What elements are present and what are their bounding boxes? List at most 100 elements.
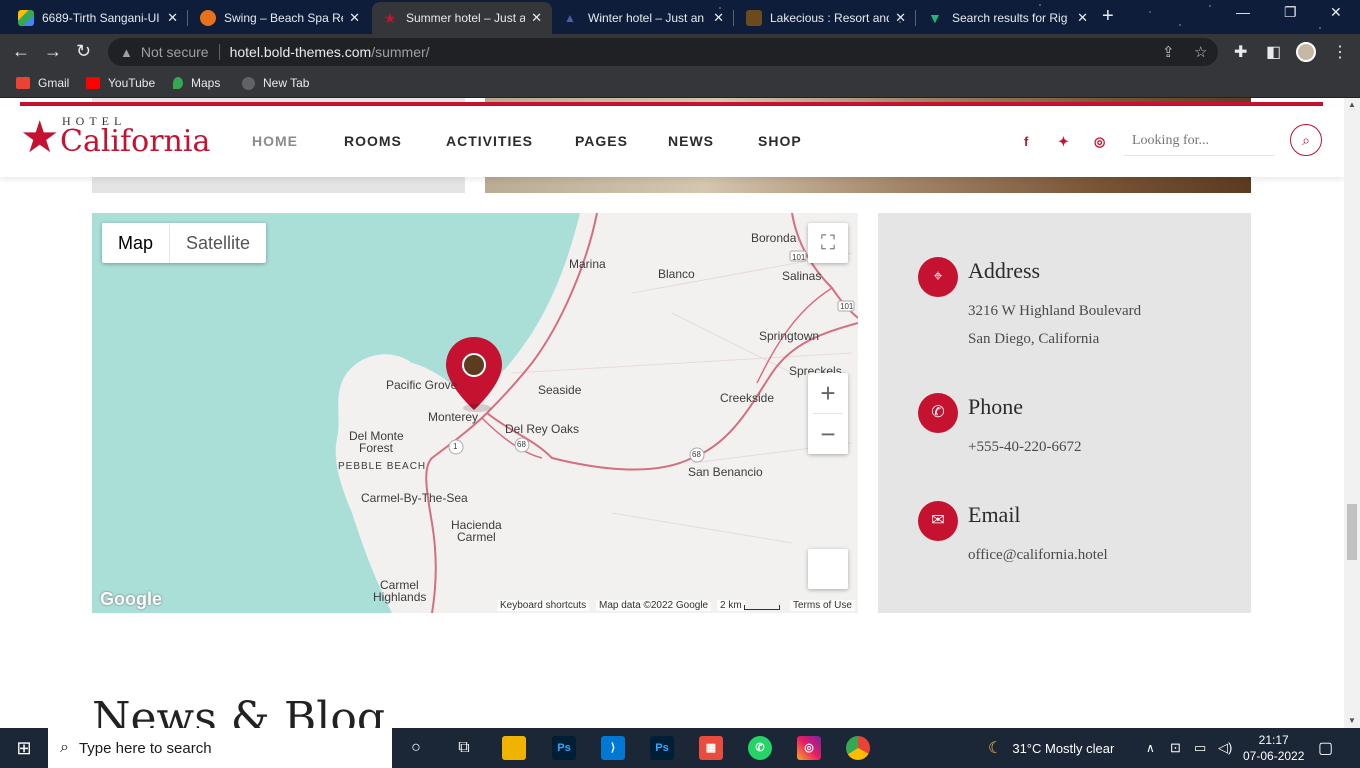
nav-rooms[interactable]: ROOMS — [344, 133, 402, 149]
weather-text: 31°C Mostly clear — [1012, 740, 1115, 756]
drive-favicon-icon — [18, 10, 34, 26]
terms-of-use-link[interactable]: Terms of Use — [790, 600, 855, 611]
site-search-input[interactable] — [1124, 126, 1274, 156]
ocean-area — [92, 213, 580, 613]
browser-tab[interactable]: Swing – Beach Spa Re ✕ — [190, 2, 370, 34]
share-icon[interactable]: ⇪ — [1162, 43, 1175, 61]
bookmark-gmail[interactable]: Gmail — [16, 76, 69, 90]
taskbar-search-box[interactable]: ⌕ Type here to search — [48, 728, 392, 768]
minimize-icon[interactable]: — — [1236, 4, 1250, 20]
weather-widget[interactable]: ☾ 31°C Mostly clear — [988, 728, 1114, 768]
notifications-icon[interactable]: ▢ — [1318, 728, 1333, 768]
reload-icon[interactable]: ↻ — [76, 41, 91, 61]
bookmark-star-icon[interactable]: ☆ — [1194, 43, 1207, 61]
bookmark-label: Gmail — [38, 76, 70, 90]
forward-icon[interactable]: → — [44, 41, 62, 61]
extensions-icon[interactable]: ✚ — [1234, 42, 1247, 62]
map-type-control: Map Satellite — [102, 223, 267, 263]
browser-tab-active[interactable]: ★ Summer hotel – Just a ✕ — [372, 2, 552, 34]
windows-start-icon[interactable]: ⊞ — [0, 728, 48, 768]
address-line: 3216 W Highland Boulevard — [968, 303, 1142, 319]
map-type-satellite-button[interactable]: Satellite — [170, 223, 266, 263]
place-label: Springtown — [759, 329, 820, 343]
star-favicon-icon: ★ — [383, 10, 397, 26]
chrome-icon[interactable] — [846, 736, 870, 760]
tray-chevron-icon[interactable]: ∧ — [1146, 728, 1155, 768]
instagram-icon[interactable]: ◎ — [1094, 134, 1105, 150]
file-explorer-icon[interactable] — [502, 736, 526, 760]
keyboard-shortcuts-link[interactable]: Keyboard shortcuts — [497, 600, 590, 611]
url-path: /summer/ — [371, 44, 430, 60]
bookmark-youtube[interactable]: YouTube — [86, 76, 155, 90]
clock-date: 07-06-2022 — [1243, 749, 1305, 763]
bookmark-label: New Tab — [263, 76, 310, 90]
tab-close-icon[interactable]: ✕ — [895, 10, 906, 26]
back-icon[interactable]: ← — [12, 41, 30, 61]
vue-favicon-icon: ▼ — [928, 10, 942, 26]
task-view-icon[interactable]: ⧉ — [450, 728, 478, 768]
restore-icon[interactable]: ❐ — [1284, 4, 1297, 21]
page-scrollbar[interactable]: ▲ ▼ — [1344, 98, 1360, 728]
twitter-icon[interactable]: ✦ — [1058, 134, 1069, 150]
whatsapp-icon[interactable]: ✆ — [748, 736, 772, 760]
place-label: Forest — [359, 441, 394, 455]
volume-icon[interactable]: ◁) — [1218, 728, 1232, 768]
network-icon[interactable]: ⊡ — [1170, 728, 1181, 768]
zoom-in-button[interactable]: + — [808, 373, 848, 413]
location-map[interactable]: 101 101 1 68 68 Boronda Marina Blanco Sa… — [92, 213, 858, 613]
place-label: Monterey — [428, 410, 479, 424]
window-close-icon[interactable]: ✕ — [1330, 4, 1342, 21]
nav-pages[interactable]: PAGES — [575, 133, 628, 149]
photoshop-icon[interactable]: Ps — [552, 736, 576, 760]
app-grid-icon[interactable]: ▦ — [699, 736, 723, 760]
nav-activities[interactable]: ACTIVITIES — [446, 133, 533, 149]
tab-separator — [733, 10, 734, 26]
fullscreen-icon[interactable]: ⛶ — [808, 223, 848, 263]
tab-close-icon[interactable]: ✕ — [1077, 10, 1088, 26]
road-shield-label: 101 — [840, 302, 854, 311]
phone-number[interactable]: +555-40-220-6672 — [968, 433, 1081, 461]
place-label: Creekside — [720, 391, 775, 405]
nav-shop[interactable]: SHOP — [758, 133, 802, 149]
clock-time: 21:17 — [1258, 733, 1289, 747]
place-label: Del Rey Oaks — [505, 422, 580, 436]
contact-info-panel: ⌖ Address 3216 W Highland Boulevard San … — [878, 213, 1251, 613]
tab-close-icon[interactable]: ✕ — [713, 10, 724, 26]
bookmarks-bar: Gmail YouTube Maps New Tab — [0, 70, 1360, 98]
facebook-icon[interactable]: f — [1024, 134, 1028, 149]
tab-close-icon[interactable]: ✕ — [531, 10, 542, 26]
map-scale-bar — [744, 605, 780, 610]
tab-close-icon[interactable]: ✕ — [167, 10, 178, 26]
display-icon[interactable]: ▭ — [1194, 728, 1206, 768]
browser-tab[interactable]: Lakecious : Resort and ✕ — [736, 2, 916, 34]
email-address[interactable]: office@california.hotel — [968, 541, 1108, 569]
browser-tab[interactable]: 6689-Tirth Sangani-UI ✕ — [8, 2, 188, 34]
side-panel-icon[interactable]: ◧ — [1266, 42, 1281, 62]
photoshop-icon[interactable]: Ps — [650, 736, 674, 760]
cortana-icon[interactable]: ○ — [402, 728, 430, 768]
logo-star-icon[interactable]: ★ — [20, 116, 59, 160]
scrollbar-thumb[interactable] — [1347, 504, 1357, 560]
bookmark-maps[interactable]: Maps — [173, 76, 220, 90]
browser-tab[interactable]: ▼ Search results for Rig ✕ — [918, 2, 1098, 34]
tab-close-icon[interactable]: ✕ — [349, 10, 360, 26]
browser-tab[interactable]: ▲ Winter hotel – Just an ✕ — [554, 2, 734, 34]
profile-avatar[interactable] — [1296, 42, 1316, 62]
logo-text[interactable]: California — [60, 124, 210, 159]
new-tab-button[interactable]: + — [1102, 6, 1114, 26]
menu-icon[interactable]: ⋮ — [1332, 42, 1348, 62]
instagram-app-icon[interactable]: ◎ — [797, 736, 821, 760]
clock[interactable]: 21:17 07-06-2022 — [1243, 728, 1304, 768]
zoom-out-button[interactable]: − — [808, 414, 848, 454]
nav-news[interactable]: NEWS — [668, 133, 714, 149]
map-type-map-button[interactable]: Map — [102, 223, 171, 263]
scroll-down-icon[interactable]: ▼ — [1348, 716, 1356, 725]
scroll-up-icon[interactable]: ▲ — [1348, 100, 1356, 109]
place-label: San Benancio — [688, 465, 763, 479]
bookmark-new-tab[interactable]: New Tab — [242, 76, 309, 90]
vscode-icon[interactable]: ⟩ — [601, 736, 625, 760]
search-icon[interactable]: ⌕ — [1290, 124, 1322, 156]
nav-home[interactable]: HOME — [252, 133, 298, 149]
street-view-pegman[interactable] — [808, 549, 848, 589]
address-bar[interactable]: ▲ Not secure hotel.bold-themes.com /summ… — [108, 38, 1218, 66]
